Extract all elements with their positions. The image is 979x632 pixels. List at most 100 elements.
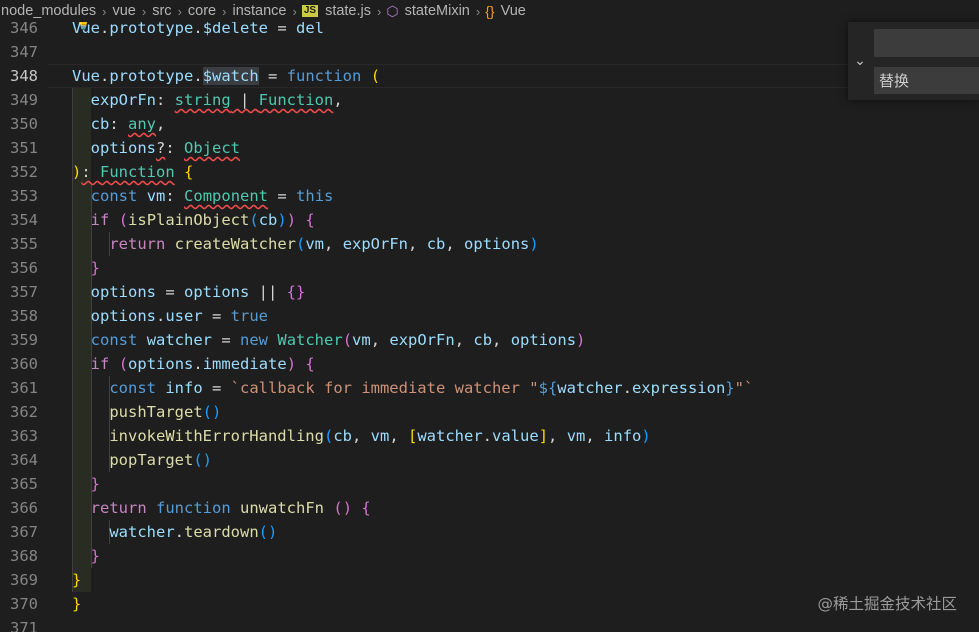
breadcrumb-node-modules[interactable]: node_modules xyxy=(0,3,97,19)
find-input[interactable] xyxy=(874,29,979,57)
code-token: ( xyxy=(342,331,353,349)
code-token: const xyxy=(90,187,138,205)
code-token: ? xyxy=(156,139,166,157)
code-token: new xyxy=(240,331,269,349)
code-text: invokeWithErrorHandling(cb, vm, [watcher… xyxy=(72,424,651,448)
code-editor[interactable]: 346 Vue.prototype.$delete = del 347 348 Vue.… xyxy=(0,0,979,632)
line-number: 366 xyxy=(10,499,38,517)
code-line[interactable]: 351 options?: Object xyxy=(0,136,979,160)
breadcrumb-file[interactable]: state.js xyxy=(324,3,372,19)
code-token: value xyxy=(492,427,539,445)
code-token: () xyxy=(333,499,353,517)
code-token: return xyxy=(90,499,147,517)
code-line[interactable]: 350 cb: any, xyxy=(0,112,979,136)
code-line[interactable]: 362 pushTarget() xyxy=(0,400,979,424)
code-token: if xyxy=(90,211,110,229)
line-number: 362 xyxy=(10,403,38,421)
code-line[interactable]: 352): Function { xyxy=(0,160,979,184)
line-number: 354 xyxy=(10,211,38,229)
code-token: options xyxy=(128,355,194,373)
code-token: ] xyxy=(538,427,549,445)
code-token: Watcher xyxy=(277,331,343,349)
line-number: 348 xyxy=(10,67,38,85)
code-line[interactable]: 371 xyxy=(0,616,979,632)
chevron-down-icon[interactable]: ⌄ xyxy=(848,22,872,100)
code-token: { xyxy=(361,499,371,517)
code-token: pushTarget xyxy=(109,403,203,421)
code-line[interactable]: 356 } xyxy=(0,256,979,280)
code-line[interactable]: 358 options.user = true xyxy=(0,304,979,328)
code-line[interactable]: 357 options = options || {} xyxy=(0,280,979,304)
code-line[interactable]: 353 const vm: Component = this xyxy=(0,184,979,208)
code-token: options xyxy=(90,283,156,301)
code-line[interactable]: 361 const info = `callback for immediate… xyxy=(0,376,979,400)
code-token: options xyxy=(184,283,250,301)
code-token: return xyxy=(109,235,166,253)
code-text: } xyxy=(72,568,81,592)
code-token: = xyxy=(156,283,184,301)
line-number: 349 xyxy=(10,91,38,109)
code-line[interactable]: 368 } xyxy=(0,544,979,568)
code-text: const vm: Component = this xyxy=(72,184,334,208)
breadcrumb-statemixin[interactable]: stateMixin xyxy=(404,3,471,19)
code-token: vm xyxy=(352,331,371,349)
code-token: , xyxy=(389,427,408,445)
code-line[interactable]: 349 expOrFn: string | Function, xyxy=(0,88,979,112)
code-token: ( xyxy=(249,211,259,229)
line-number: 364 xyxy=(10,451,38,469)
line-number: 360 xyxy=(10,355,38,373)
code-token: . xyxy=(622,379,632,397)
code-token: . xyxy=(100,67,110,85)
breadcrumb-vue-symbol[interactable]: Vue xyxy=(500,3,527,19)
code-line[interactable]: 355 return createWatcher(vm, expOrFn, cb… xyxy=(0,232,979,256)
code-token: Function xyxy=(100,163,175,181)
code-token: . xyxy=(482,427,493,445)
code-line[interactable]: 360 if (options.immediate) { xyxy=(0,352,979,376)
code-token: , xyxy=(333,91,343,109)
js-file-icon: JS xyxy=(301,5,319,17)
breadcrumb-vue[interactable]: vue xyxy=(111,3,136,19)
code-line[interactable]: 354 if (isPlainObject(cb)) { xyxy=(0,208,979,232)
code-token: options xyxy=(90,307,156,325)
line-number: 351 xyxy=(10,139,38,157)
code-line[interactable]: 366 return function unwatchFn () { xyxy=(0,496,979,520)
code-token: } xyxy=(90,259,101,277)
code-text: ): Function { xyxy=(72,160,193,184)
code-line[interactable]: 364 popTarget() xyxy=(0,448,979,472)
code-token: Component xyxy=(184,187,269,205)
code-line[interactable]: 348 Vue.prototype.$watch = function ( xyxy=(0,64,979,88)
code-token: expOrFn xyxy=(90,91,156,109)
code-token: this xyxy=(296,187,334,205)
code-token: = xyxy=(212,331,241,349)
code-line[interactable]: 369} xyxy=(0,568,979,592)
code-token: , xyxy=(548,427,567,445)
code-text: Vue.prototype.$watch = function ( xyxy=(72,64,380,88)
line-number: 370 xyxy=(10,595,38,613)
code-line[interactable]: 359 const watcher = new Watcher(vm, expO… xyxy=(0,328,979,352)
code-text: } xyxy=(72,592,81,616)
code-line[interactable]: 363 invokeWithErrorHandling(cb, vm, [wat… xyxy=(0,424,979,448)
code-token: , xyxy=(408,235,427,253)
code-token: } xyxy=(72,571,82,589)
code-token: ) xyxy=(641,427,651,445)
line-number: 358 xyxy=(10,307,38,325)
chevron-right-icon: › xyxy=(475,3,481,19)
code-text: const info = `callback for immediate wat… xyxy=(72,376,753,400)
code-line[interactable]: 365 } xyxy=(0,472,979,496)
breadcrumb-src[interactable]: src xyxy=(151,3,172,19)
replace-input[interactable] xyxy=(874,67,979,94)
code-line[interactable]: 347 xyxy=(0,40,979,64)
code-token: : xyxy=(81,163,101,181)
breadcrumb-core[interactable]: core xyxy=(187,3,217,19)
line-number: 353 xyxy=(10,187,38,205)
breadcrumb-instance[interactable]: instance xyxy=(231,3,287,19)
code-line[interactable]: 367 watcher.teardown() xyxy=(0,520,979,544)
